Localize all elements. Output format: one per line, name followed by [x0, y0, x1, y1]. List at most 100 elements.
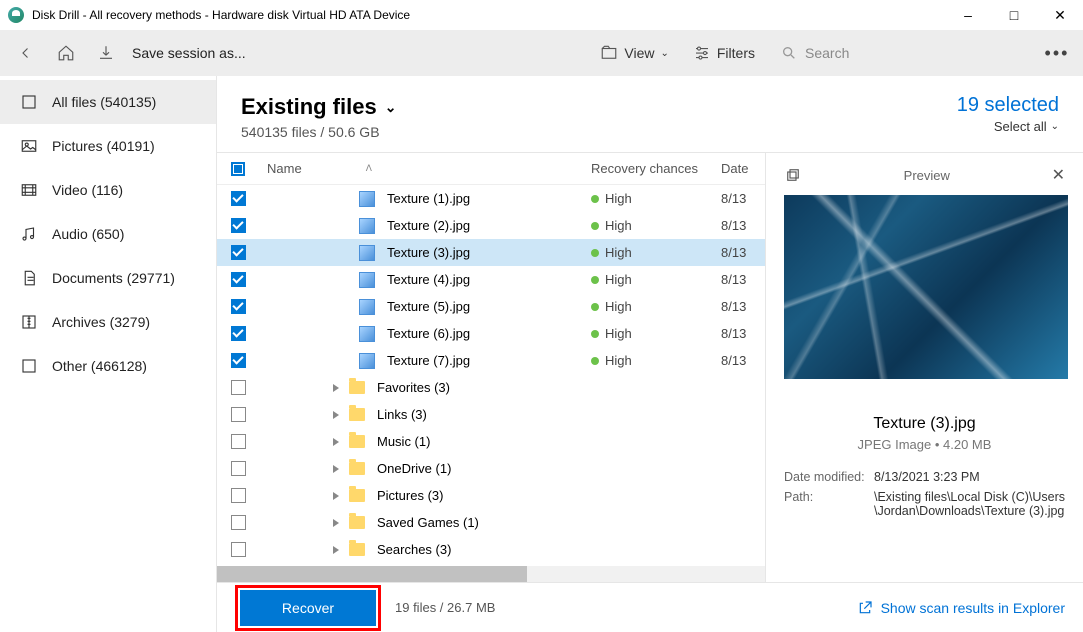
expand-icon[interactable] [333, 384, 339, 392]
row-name: Texture (4).jpg [387, 272, 470, 287]
folder-icon [600, 44, 618, 62]
search-input[interactable]: Search [771, 37, 1031, 69]
column-date[interactable]: Date [721, 161, 765, 176]
status-dot-icon [591, 330, 599, 338]
file-rows[interactable]: Texture (1).jpgHigh8/13Texture (2).jpgHi… [217, 185, 765, 566]
table-row[interactable]: Texture (7).jpgHigh8/13 [217, 347, 765, 374]
sidebar-item-all-files[interactable]: All files (540135) [0, 80, 216, 124]
file-icon [359, 353, 375, 369]
date-value: 8/13 [721, 326, 765, 341]
date-value: 8/13 [721, 245, 765, 260]
table-row[interactable]: OneDrive (1) [217, 455, 765, 482]
back-button[interactable] [8, 35, 44, 71]
row-checkbox[interactable] [231, 434, 246, 449]
table-row[interactable]: Saved Games (1) [217, 509, 765, 536]
folder-icon [349, 462, 365, 475]
selected-count: 19 selected [957, 94, 1059, 117]
chevron-down-icon: ⌄ [385, 99, 397, 116]
row-name: Music (1) [377, 434, 430, 449]
row-checkbox[interactable] [231, 380, 246, 395]
row-checkbox[interactable] [231, 407, 246, 422]
search-placeholder: Search [805, 45, 849, 61]
other-icon [20, 357, 38, 375]
table-row[interactable]: Texture (5).jpgHigh8/13 [217, 293, 765, 320]
show-in-explorer-button[interactable]: Show scan results in Explorer [857, 600, 1065, 616]
expand-icon[interactable] [333, 411, 339, 419]
status-dot-icon [591, 276, 599, 284]
more-button[interactable]: ••• [1039, 35, 1075, 71]
column-recovery[interactable]: Recovery chances [591, 161, 721, 176]
expand-icon[interactable] [333, 546, 339, 554]
row-checkbox[interactable] [231, 299, 246, 314]
expand-icon[interactable] [333, 438, 339, 446]
maximize-button[interactable]: □ [991, 0, 1037, 30]
table-row[interactable]: Texture (6).jpgHigh8/13 [217, 320, 765, 347]
row-checkbox[interactable] [231, 488, 246, 503]
main-title[interactable]: Existing files ⌄ [241, 94, 396, 120]
window-title: Disk Drill - All recovery methods - Hard… [32, 8, 945, 22]
status-dot-icon [591, 249, 599, 257]
table-row[interactable]: Texture (4).jpgHigh8/13 [217, 266, 765, 293]
file-icon [359, 245, 375, 261]
row-checkbox[interactable] [231, 542, 246, 557]
row-name: Links (3) [377, 407, 427, 422]
row-checkbox[interactable] [231, 191, 246, 206]
column-headers: Nameᐱ Recovery chances Date [217, 153, 765, 185]
row-checkbox[interactable] [231, 272, 246, 287]
folder-icon [349, 381, 365, 394]
save-session-button[interactable] [88, 35, 124, 71]
recovery-value: High [605, 191, 632, 206]
column-name[interactable]: Nameᐱ [267, 161, 591, 176]
select-all-button[interactable]: Select all ⌄ [957, 119, 1059, 134]
recover-button[interactable]: Recover [240, 590, 376, 626]
horizontal-scrollbar[interactable] [217, 566, 765, 582]
date-value: 8/13 [721, 191, 765, 206]
save-icon [97, 44, 115, 62]
view-button[interactable]: View ⌄ [592, 35, 676, 71]
save-session-label[interactable]: Save session as... [132, 45, 588, 61]
table-row[interactable]: Texture (2).jpgHigh8/13 [217, 212, 765, 239]
date-value: 8/13 [721, 218, 765, 233]
table-row[interactable]: Music (1) [217, 428, 765, 455]
filters-button[interactable]: Filters [685, 35, 763, 71]
expand-icon[interactable] [333, 492, 339, 500]
row-checkbox[interactable] [231, 326, 246, 341]
row-name: Texture (1).jpg [387, 191, 470, 206]
table-row[interactable]: Texture (3).jpgHigh8/13 [217, 239, 765, 266]
video-icon [20, 181, 38, 199]
row-checkbox[interactable] [231, 245, 246, 260]
table-row[interactable]: Pictures (3) [217, 482, 765, 509]
home-button[interactable] [48, 35, 84, 71]
sidebar-item-pictures[interactable]: Pictures (40191) [0, 124, 216, 168]
minimize-button[interactable]: – [945, 0, 991, 30]
recovery-value: High [605, 353, 632, 368]
sidebar-item-label: Pictures (40191) [52, 138, 155, 154]
sidebar-item-audio[interactable]: Audio (650) [0, 212, 216, 256]
close-button[interactable]: ✕ [1037, 0, 1083, 30]
row-checkbox[interactable] [231, 515, 246, 530]
sidebar-item-documents[interactable]: Documents (29771) [0, 256, 216, 300]
row-checkbox[interactable] [231, 461, 246, 476]
row-checkbox[interactable] [231, 353, 246, 368]
sidebar-item-video[interactable]: Video (116) [0, 168, 216, 212]
recovery-value: High [605, 218, 632, 233]
row-checkbox[interactable] [231, 218, 246, 233]
sidebar-item-archives[interactable]: Archives (3279) [0, 300, 216, 344]
date-modified-value: 8/13/2021 3:23 PM [874, 470, 1065, 484]
table-row[interactable]: Favorites (3) [217, 374, 765, 401]
expand-icon[interactable] [333, 465, 339, 473]
footer: Recover 19 files / 26.7 MB Show scan res… [217, 582, 1083, 632]
sidebar-item-other[interactable]: Other (466128) [0, 344, 216, 388]
header-checkbox[interactable] [231, 162, 245, 176]
table-row[interactable]: Links (3) [217, 401, 765, 428]
expand-icon[interactable] [333, 519, 339, 527]
popout-icon[interactable] [784, 166, 802, 184]
preview-title: Preview [802, 168, 1052, 183]
path-label: Path: [784, 490, 874, 518]
all-files-icon [20, 93, 38, 111]
chevron-down-icon: ⌄ [1051, 121, 1059, 132]
table-row[interactable]: Searches (3) [217, 536, 765, 563]
row-name: Texture (7).jpg [387, 353, 470, 368]
close-preview-button[interactable]: ✕ [1052, 165, 1065, 185]
table-row[interactable]: Texture (1).jpg High 8/13 [217, 185, 765, 212]
